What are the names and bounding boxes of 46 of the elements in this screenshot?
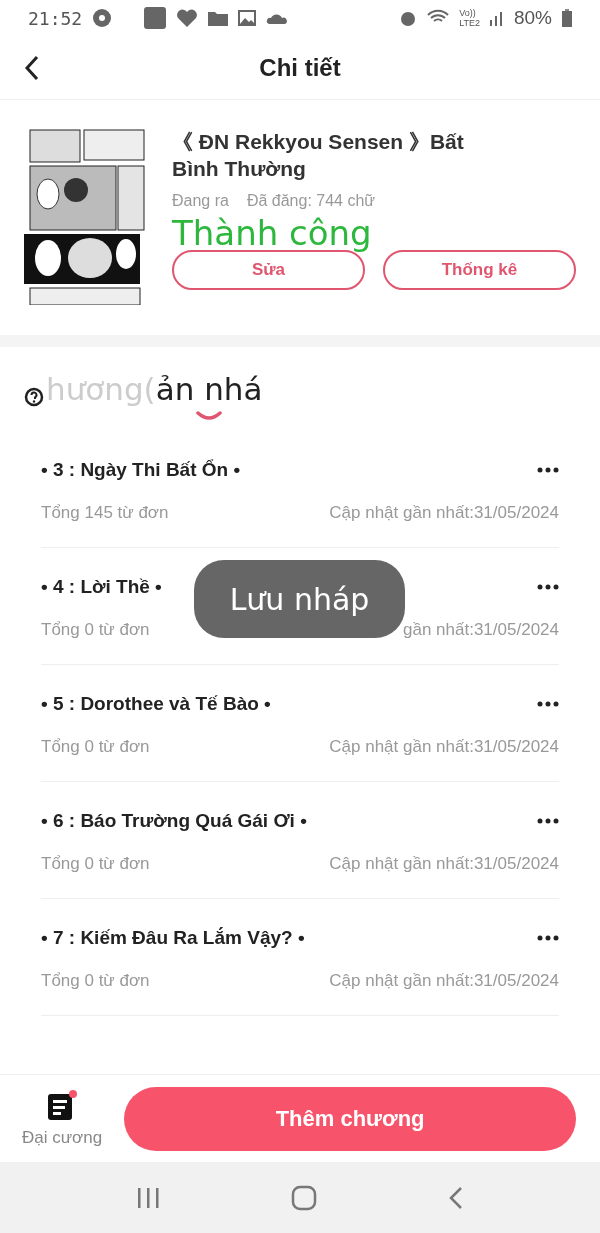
chapter-title[interactable]: • 4 : Lời Thề •: [41, 576, 162, 598]
chapter-updated-date: Cập nhật gần nhất:31/05/2024: [329, 854, 559, 874]
folder-icon: [208, 10, 229, 26]
network-label: LTE2: [459, 18, 480, 28]
more-icon[interactable]: [537, 818, 559, 824]
signal-icon: [489, 10, 504, 26]
success-message: Thành công: [172, 214, 373, 252]
more-icon[interactable]: [537, 935, 559, 941]
chapter-title[interactable]: • 6 : Báo Trường Quá Gái Ơi •: [41, 810, 307, 832]
chapter-updated-date: gần nhất:31/05/2024: [403, 620, 559, 640]
chapter-updated-date: Cập nhật gần nhất:31/05/2024: [329, 503, 559, 523]
chapter-updated-date: Cập nhật gần nhất:31/05/2024: [329, 737, 559, 757]
book-status: Đang ra: [172, 192, 229, 210]
chapter-word-count: Tổng 0 từ đơn: [41, 620, 150, 640]
stats-button[interactable]: Thống kê: [383, 250, 576, 290]
disc-icon: [92, 8, 113, 28]
clock: 21:52: [28, 7, 83, 29]
news-app-icon: [144, 7, 167, 29]
more-icon[interactable]: [537, 701, 559, 707]
tab-indicator: [195, 411, 224, 421]
page-title: Chi tiết: [259, 53, 341, 82]
chapter-updated-date: Cập nhật gần nhất:31/05/2024: [329, 971, 559, 991]
battery-percent: 80%: [513, 7, 552, 29]
chapter-title[interactable]: • 5 : Dorothee và Tế Bào •: [41, 693, 271, 715]
help-icon[interactable]: [24, 387, 44, 407]
more-icon[interactable]: [537, 584, 559, 590]
chapter-title[interactable]: • 7 : Kiếm Đâu Ra Lắm Vậy? •: [41, 927, 305, 949]
cloud-icon: [266, 12, 289, 24]
battery-icon: [562, 9, 572, 27]
chapter-word-count: Tổng 0 từ đơn: [41, 737, 150, 757]
heart-icon: [176, 8, 199, 28]
notes-icon[interactable]: [46, 1089, 79, 1122]
book-title: 《 ĐN Rekkyou Sensen 》Bất Bình Thường: [172, 129, 465, 182]
chapter-title[interactable]: • 3 : Ngày Thi Bất Ổn •: [41, 459, 241, 481]
toast-message: Lưu nháp: [194, 560, 405, 638]
outline-label[interactable]: Đại cương: [22, 1127, 103, 1148]
image-icon: [238, 10, 257, 26]
word-count: Đã đăng: 744 chữ: [246, 192, 376, 210]
recent-apps-icon[interactable]: [135, 1186, 160, 1209]
chapter-word-count: Tổng 0 từ đơn: [41, 971, 150, 991]
home-icon[interactable]: [291, 1184, 317, 1211]
more-icon[interactable]: [537, 467, 559, 473]
chapter-word-count: Tổng 145 từ đơn: [41, 503, 169, 523]
tab[interactable]: ản nhá: [155, 371, 263, 423]
chapter-word-count: Tổng 0 từ đơn: [41, 854, 150, 874]
network-label: Vo)): [459, 8, 477, 18]
